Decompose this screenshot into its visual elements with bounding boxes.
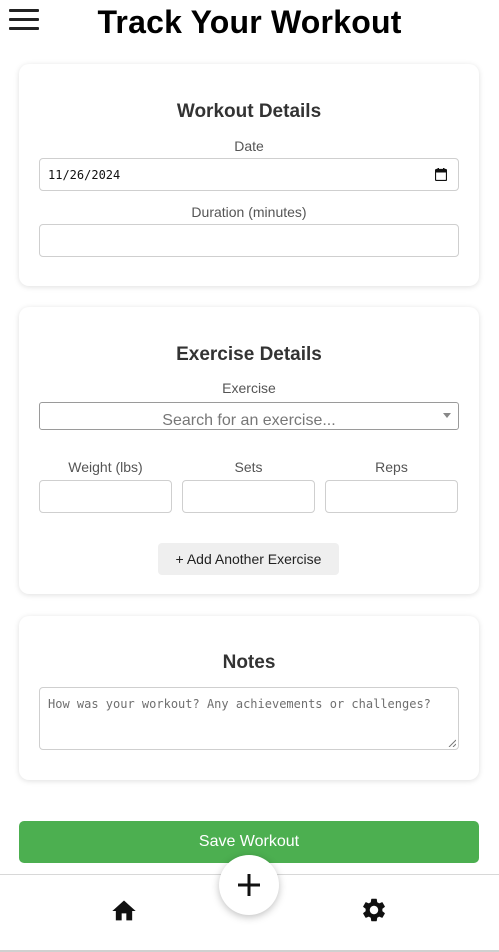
notes-textarea[interactable]: How was your workout? Any achievements o… xyxy=(39,687,459,750)
date-input[interactable]: 11/26/2024 xyxy=(39,158,459,191)
chevron-down-icon xyxy=(443,413,451,418)
exercise-placeholder: Search for an exercise... xyxy=(162,412,336,429)
weight-label: Weight (lbs) xyxy=(68,459,143,475)
exercise-select[interactable]: Search for an exercise... xyxy=(39,402,459,430)
exercise-details-card: Exercise Details Exercise Search for an … xyxy=(19,307,479,594)
notes-placeholder: How was your workout? Any achievements o… xyxy=(48,697,431,711)
gear-icon[interactable] xyxy=(360,896,388,924)
exercise-details-title: Exercise Details xyxy=(176,344,322,365)
duration-label: Duration (minutes) xyxy=(191,204,307,220)
resize-handle-icon[interactable] xyxy=(448,739,456,747)
duration-input[interactable] xyxy=(39,224,459,257)
add-exercise-button[interactable]: + Add Another Exercise xyxy=(158,543,339,575)
sets-label: Sets xyxy=(234,459,263,475)
workout-details-title: Workout Details xyxy=(176,101,322,122)
add-workout-button[interactable] xyxy=(219,855,279,915)
reps-input[interactable] xyxy=(325,480,458,513)
date-label: Date xyxy=(234,138,264,154)
exercise-label: Exercise xyxy=(222,380,276,396)
weight-input[interactable] xyxy=(39,480,172,513)
notes-card: Notes How was your workout? Any achievem… xyxy=(19,616,479,780)
sets-input[interactable] xyxy=(182,480,315,513)
workout-details-card: Workout Details Date 11/26/2024 Duration… xyxy=(19,64,479,286)
home-icon[interactable] xyxy=(110,897,138,925)
page-title: Track Your Workout xyxy=(97,4,402,40)
calendar-icon[interactable] xyxy=(435,168,447,181)
notes-title: Notes xyxy=(222,652,276,673)
date-value: 11/26/2024 xyxy=(48,168,121,182)
reps-label: Reps xyxy=(375,459,408,475)
plus-icon xyxy=(238,874,260,896)
header: Track Your Workout xyxy=(0,0,499,46)
